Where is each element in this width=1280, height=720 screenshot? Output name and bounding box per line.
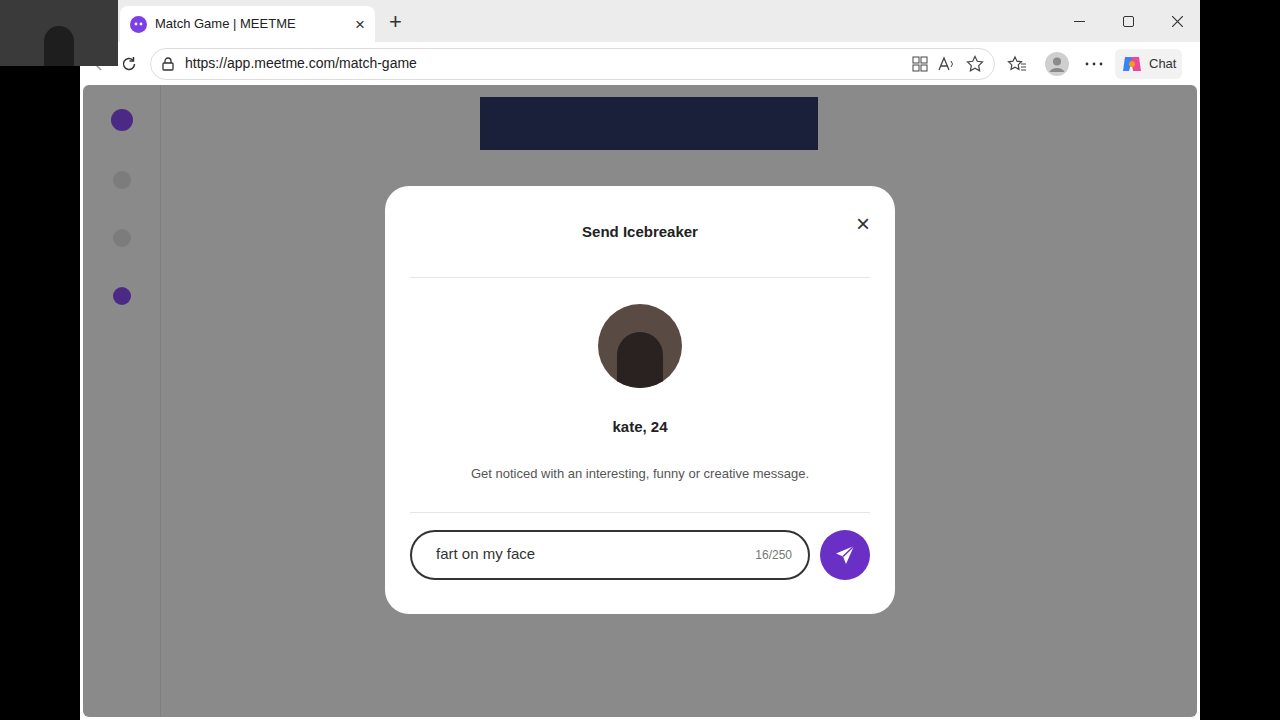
character-count: 16/250 <box>755 546 792 564</box>
copilot-icon <box>1121 53 1143 75</box>
modal-hint: Get noticed with an interesting, funny o… <box>471 464 809 484</box>
nav-icon <box>113 287 131 305</box>
read-aloud-icon[interactable] <box>938 56 956 72</box>
more-icon[interactable] <box>1085 61 1103 67</box>
nav-icon <box>113 171 131 189</box>
profile-name: kate, 24 <box>612 416 667 439</box>
apps-icon[interactable] <box>912 56 928 72</box>
send-icon <box>834 544 856 566</box>
browser-tab[interactable]: Match Game | MEETME × <box>120 6 375 42</box>
sidebar <box>83 85 161 717</box>
meetme-logo-icon <box>130 16 147 33</box>
modal-close-button[interactable]: × <box>856 212 870 236</box>
browser-window: Match Game | MEETME × + https://app.meetme.… <box>80 0 1200 720</box>
message-input[interactable] <box>436 543 747 566</box>
tab-bar: Match Game | MEETME × + <box>80 0 1200 42</box>
modal-title: Send Icebreaker <box>582 221 698 244</box>
icebreaker-modal: Send Icebreaker × kate, 24 Get noticed with… <box>385 186 895 614</box>
tab-title: Match Game | MEETME <box>155 14 347 34</box>
new-tab-button[interactable]: + <box>389 11 402 33</box>
tab-close-button[interactable]: × <box>355 16 365 33</box>
maximize-icon[interactable] <box>1123 16 1134 27</box>
profile-photo <box>598 304 682 388</box>
reload-icon[interactable] <box>120 55 138 73</box>
close-window-icon[interactable] <box>1172 16 1183 27</box>
copilot-chat-button[interactable]: Chat <box>1115 49 1182 79</box>
favorite-star-icon[interactable] <box>966 55 984 73</box>
lock-icon <box>161 57 175 71</box>
address-bar[interactable]: https://app.meetme.com/match-game <box>150 48 995 80</box>
chat-label: Chat <box>1149 54 1176 74</box>
profile-icon[interactable] <box>1045 52 1069 76</box>
nav-icon <box>113 229 131 247</box>
ad-banner <box>480 97 818 150</box>
page-content: Send Icebreaker × kate, 24 Get noticed with… <box>83 85 1197 717</box>
address-row: https://app.meetme.com/match-game Chat <box>80 42 1200 85</box>
favorites-icon[interactable] <box>1007 55 1027 73</box>
minimize-icon[interactable] <box>1074 16 1085 27</box>
webcam-overlay <box>0 0 118 66</box>
url-text: https://app.meetme.com/match-game <box>185 53 902 74</box>
send-button[interactable] <box>820 530 870 580</box>
app-logo-icon <box>111 109 133 131</box>
message-field[interactable]: 16/250 <box>410 530 810 580</box>
